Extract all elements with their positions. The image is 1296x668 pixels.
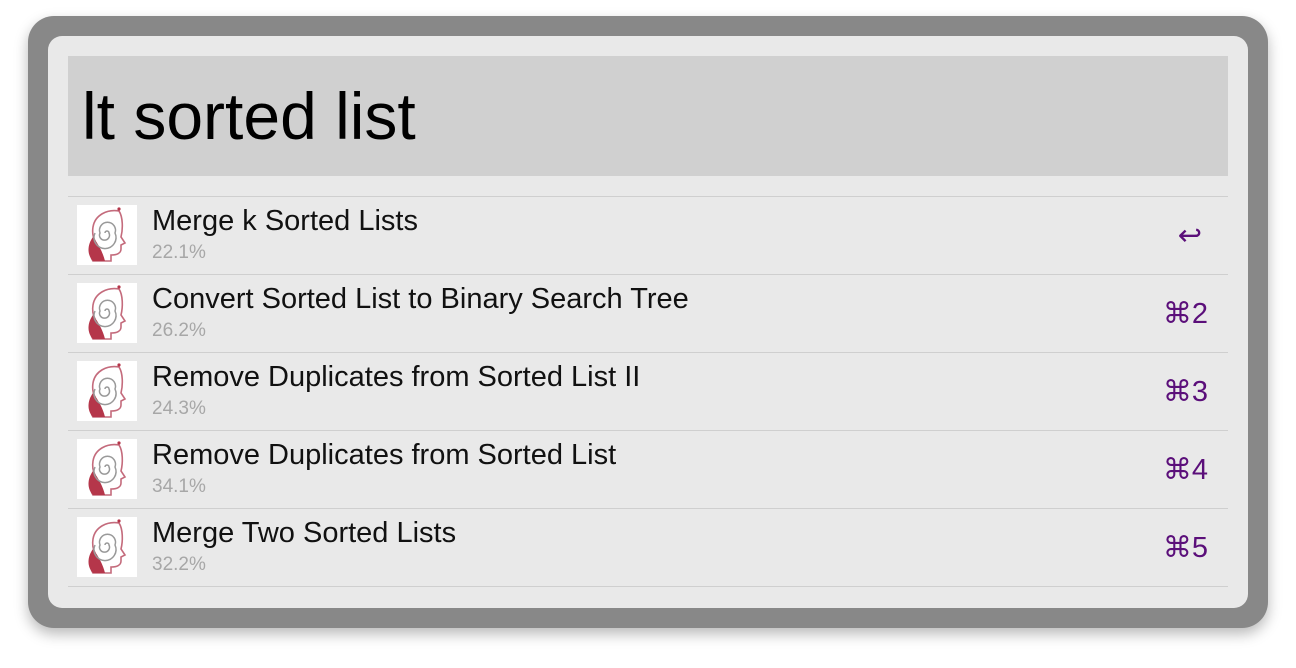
launcher-panel: lt sorted list Merge k Sorted Lists 22.1… (48, 36, 1248, 608)
result-row[interactable]: Convert Sorted List to Binary Search Tre… (68, 275, 1228, 353)
command-shortcut-label: ⌘5 (1162, 532, 1208, 564)
leetcode-head-spiral-icon (77, 361, 137, 421)
result-row[interactable]: Merge Two Sorted Lists 32.2% ⌘5 (68, 509, 1228, 587)
result-acceptance-rate: 32.2% (152, 554, 206, 575)
launcher-window: lt sorted list Merge k Sorted Lists 22.1… (28, 16, 1268, 628)
result-acceptance-rate: 26.2% (152, 320, 206, 341)
result-acceptance-rate: 24.3% (152, 398, 206, 419)
search-input[interactable]: lt sorted list (68, 56, 1228, 176)
result-title: Remove Duplicates from Sorted List (152, 439, 617, 471)
leetcode-head-spiral-icon (77, 517, 137, 577)
command-shortcut-label: ⌘2 (1162, 298, 1208, 330)
result-acceptance-rate: 22.1% (152, 242, 206, 263)
command-shortcut-label: ⌘3 (1162, 376, 1208, 408)
leetcode-head-spiral-icon (77, 283, 137, 343)
leetcode-head-spiral-icon (77, 439, 137, 499)
result-title: Remove Duplicates from Sorted List II (152, 361, 641, 393)
results-list: Merge k Sorted Lists 22.1% ↩ Convert Sor… (68, 196, 1228, 587)
result-row[interactable]: Remove Duplicates from Sorted List 34.1%… (68, 431, 1228, 509)
result-row[interactable]: Remove Duplicates from Sorted List II 24… (68, 353, 1228, 431)
result-title: Merge k Sorted Lists (152, 205, 418, 237)
search-query-text: lt sorted list (82, 79, 416, 153)
result-acceptance-rate: 34.1% (152, 476, 206, 497)
result-title: Merge Two Sorted Lists (152, 517, 457, 549)
leetcode-head-spiral-icon (77, 205, 137, 265)
return-key-icon: ↩ (1177, 220, 1202, 252)
command-shortcut-label: ⌘4 (1162, 454, 1208, 486)
result-row[interactable]: Merge k Sorted Lists 22.1% ↩ (68, 197, 1228, 275)
result-title: Convert Sorted List to Binary Search Tre… (152, 283, 689, 315)
